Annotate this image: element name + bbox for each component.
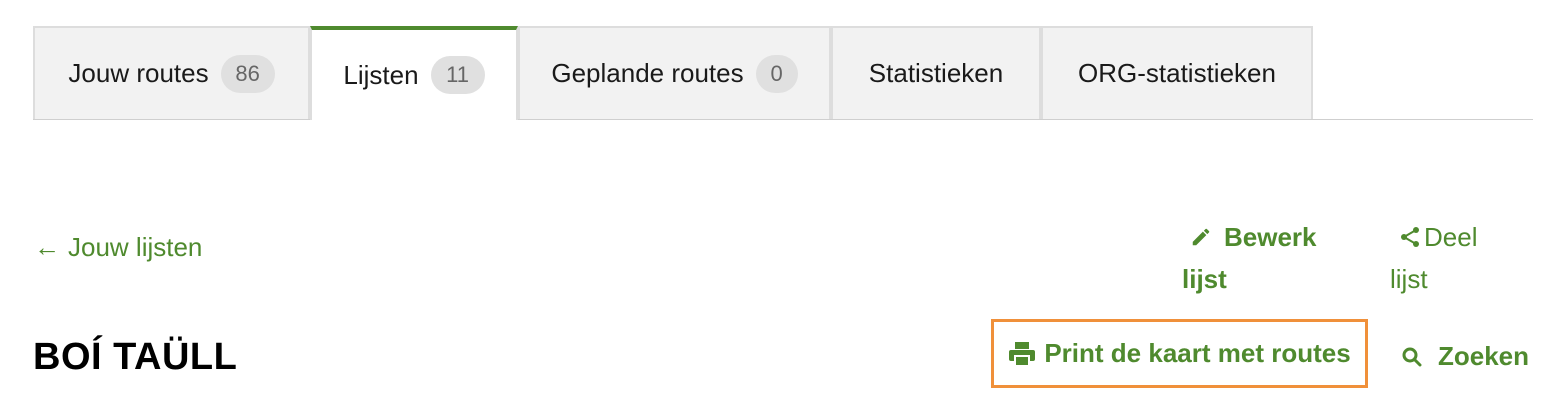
- tab-statistieken[interactable]: Statistieken: [831, 26, 1041, 119]
- printer-icon: [1009, 341, 1036, 367]
- tab-label: Jouw routes: [68, 58, 209, 88]
- share-icon: [1401, 227, 1419, 247]
- tab-label: Statistieken: [868, 58, 1004, 88]
- tab-org-statistieken[interactable]: ORG-statistieken: [1041, 26, 1313, 119]
- back-to-lists-link[interactable]: ← Jouw lijsten: [34, 232, 202, 263]
- tab-label: ORG-statistieken: [1078, 58, 1276, 88]
- tab-geplande-routes[interactable]: Geplande routes 0: [518, 26, 831, 119]
- pencil-icon: [1192, 228, 1210, 246]
- edit-label-line2: lijst: [1182, 264, 1227, 294]
- list-title: BOÍ TAÜLL: [33, 336, 238, 378]
- arrow-left-icon: ←: [34, 232, 60, 262]
- tab-count-badge: 0: [755, 54, 798, 93]
- search-button[interactable]: Zoeken: [1402, 341, 1529, 372]
- tab-lijsten[interactable]: Lijsten 11: [310, 26, 518, 120]
- tab-count-badge: 86: [220, 54, 275, 93]
- tab-count-badge: 11: [430, 56, 485, 94]
- search-icon: [1402, 347, 1422, 366]
- back-link-label: Jouw lijsten: [68, 232, 203, 262]
- tab-label: Lijsten: [343, 59, 419, 90]
- share-label: Deel: [1424, 222, 1478, 252]
- share-list-button[interactable]: Deel lijst: [1390, 216, 1520, 300]
- tab-bar: Jouw routes 86 Lijsten 11 Geplande route…: [33, 26, 1533, 120]
- tab-jouw-routes[interactable]: Jouw routes 86: [33, 26, 310, 119]
- share-label-line2: lijst: [1390, 264, 1428, 294]
- page: Jouw routes 86 Lijsten 11 Geplande route…: [0, 0, 1544, 408]
- edit-list-button[interactable]: Bewerk lijst: [1182, 216, 1352, 300]
- print-label: Print de kaart met routes: [1044, 338, 1351, 368]
- print-map-button[interactable]: Print de kaart met routes: [991, 319, 1368, 388]
- tab-label: Geplande routes: [551, 58, 744, 88]
- edit-label: Bewerk: [1224, 222, 1317, 252]
- search-label: Zoeken: [1438, 341, 1530, 371]
